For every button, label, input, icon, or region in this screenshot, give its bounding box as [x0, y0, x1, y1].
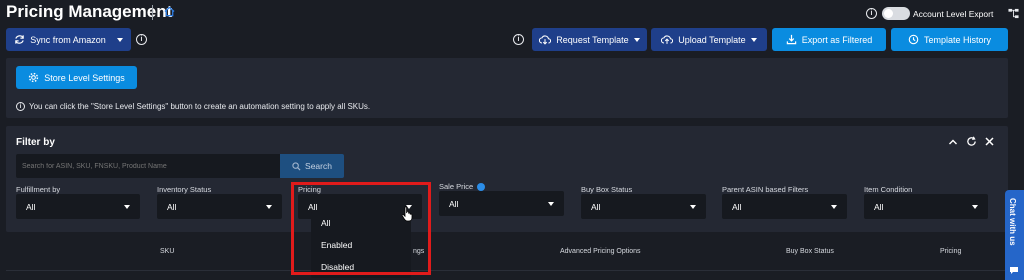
select-value: All — [449, 198, 459, 209]
sale-price-select[interactable]: All — [439, 191, 564, 216]
store-info-text: You can click the "Store Level Settings"… — [29, 102, 371, 111]
sync-info-icon[interactable]: i — [136, 34, 147, 45]
chevron-down-icon — [124, 204, 130, 209]
store-level-settings-button[interactable]: Store Level Settings — [16, 66, 137, 89]
home-icon[interactable] — [164, 6, 175, 17]
cloud-upload-icon — [661, 34, 674, 45]
buy-box-status-select[interactable]: All — [581, 194, 706, 219]
highlight-box — [291, 182, 431, 275]
chat-with-us-label: Chat with us — [1008, 198, 1017, 246]
export-as-filtered-button[interactable]: Export as Filtered — [772, 28, 886, 51]
chevron-down-icon — [690, 204, 696, 209]
chevron-down-icon — [972, 204, 978, 209]
select-value: All — [26, 201, 36, 212]
filter-label-buy-box: Buy Box Status — [581, 185, 633, 194]
account-export-label: Account Level Export — [913, 9, 994, 19]
table-header-divider — [6, 270, 1008, 271]
sitemap-icon[interactable] — [1008, 8, 1019, 19]
select-value: All — [591, 201, 601, 212]
sale-price-info-icon[interactable] — [477, 182, 486, 191]
chevron-down-icon — [831, 204, 837, 209]
upload-template-button[interactable]: Upload Template — [651, 28, 767, 51]
parent-asin-select[interactable]: All — [722, 194, 847, 219]
close-icon[interactable] — [985, 137, 994, 146]
filter-label-item-condition: Item Condition — [864, 185, 913, 194]
chat-bubble-icon — [1009, 266, 1019, 275]
filter-panel: Filter by Search Fulfillment by All Inve… — [6, 126, 1008, 232]
sync-icon — [14, 34, 25, 45]
request-template-label: Request Template — [556, 34, 629, 45]
export-info-icon[interactable]: i — [866, 8, 877, 19]
cloud-download-icon — [539, 34, 552, 45]
search-button[interactable]: Search — [280, 154, 344, 178]
sync-label: Sync from Amazon — [30, 34, 106, 45]
chevron-down-icon — [633, 37, 640, 42]
column-header-pricing[interactable]: Pricing — [940, 248, 961, 255]
gear-icon — [28, 72, 39, 83]
template-info-icon[interactable]: i — [513, 34, 524, 45]
refresh-icon[interactable] — [966, 136, 977, 147]
export-as-filtered-label: Export as Filtered — [801, 34, 873, 45]
chat-with-us-button[interactable]: Chat with us — [1005, 190, 1024, 280]
sale-price-label: Sale Price — [439, 182, 474, 191]
column-header-buy-box[interactable]: Buy Box Status — [786, 248, 834, 255]
search-icon — [292, 161, 301, 171]
chevron-down-icon — [750, 37, 757, 42]
select-value: All — [167, 201, 177, 212]
upload-template-label: Upload Template — [678, 34, 746, 45]
filter-title: Filter by — [16, 137, 55, 148]
template-history-button[interactable]: Template History — [891, 28, 1008, 51]
request-template-button[interactable]: Request Template — [532, 28, 647, 51]
store-settings-panel: Store Level Settings i You can click the… — [6, 58, 1008, 118]
store-info-icon: i — [16, 102, 25, 111]
download-icon — [786, 34, 797, 45]
search-button-label: Search — [305, 161, 332, 171]
inventory-status-select[interactable]: All — [157, 194, 282, 219]
item-condition-select[interactable]: All — [864, 194, 988, 219]
chevron-down-icon — [116, 37, 123, 42]
chevron-down-icon — [548, 201, 554, 206]
history-icon — [908, 34, 919, 45]
select-value: All — [732, 201, 742, 212]
chevron-down-icon — [266, 204, 272, 209]
filter-label-parent-asin: Parent ASIN based Filters — [722, 185, 809, 194]
column-header-advanced-pricing[interactable]: Advanced Pricing Options — [560, 248, 641, 255]
column-header-sku[interactable]: SKU — [160, 248, 174, 255]
fulfillment-select[interactable]: All — [16, 194, 140, 219]
page-title: Pricing Management — [6, 2, 173, 21]
collapse-icon[interactable] — [948, 138, 958, 146]
select-value: All — [874, 201, 884, 212]
account-export-toggle[interactable] — [882, 7, 910, 20]
pointer-cursor-icon — [401, 206, 414, 222]
sync-from-amazon-button[interactable]: Sync from Amazon — [6, 28, 131, 51]
title-divider — [152, 5, 153, 20]
filter-label-inventory: Inventory Status — [157, 185, 212, 194]
template-history-label: Template History — [923, 34, 992, 45]
search-input[interactable] — [16, 154, 280, 178]
store-level-settings-label: Store Level Settings — [44, 72, 125, 83]
filter-label-sale-price: Sale Price — [439, 182, 486, 191]
filter-label-fulfillment: Fulfillment by — [16, 185, 61, 194]
